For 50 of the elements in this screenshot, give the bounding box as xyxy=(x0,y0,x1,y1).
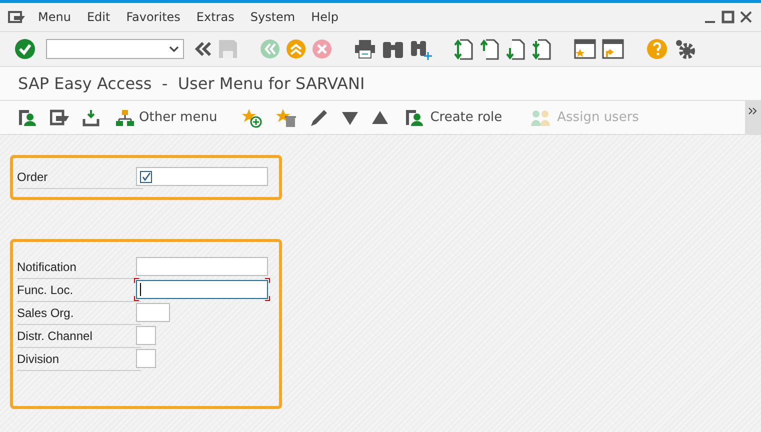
input-field[interactable] xyxy=(136,326,156,345)
star-add-icon[interactable] xyxy=(241,108,264,128)
close-icon[interactable] xyxy=(739,10,753,24)
star-delete-icon[interactable] xyxy=(275,108,298,128)
triangle-down-icon[interactable] xyxy=(341,110,360,126)
menu-icon[interactable] xyxy=(8,10,26,24)
back-icon[interactable] xyxy=(194,40,212,58)
field-label: Division xyxy=(17,352,60,366)
printer-icon[interactable] xyxy=(354,39,376,59)
field-label: Order xyxy=(17,170,49,184)
input-field[interactable] xyxy=(136,257,268,276)
menu-item[interactable]: System xyxy=(250,10,296,24)
field-label: Func. Loc. xyxy=(17,283,74,297)
other-menu-button[interactable]: Other menu xyxy=(116,108,218,126)
page-arrow-icon[interactable] xyxy=(532,38,552,60)
chevrons-icon xyxy=(748,107,758,115)
download-icon[interactable] xyxy=(82,108,100,126)
checkbox[interactable] xyxy=(140,170,152,182)
input-field[interactable] xyxy=(136,349,156,368)
field-label: Distr. Channel xyxy=(17,329,94,343)
input-field[interactable] xyxy=(136,280,268,299)
create-role-button[interactable]: Create role xyxy=(405,108,502,126)
users-icon xyxy=(530,108,552,126)
input-field[interactable] xyxy=(136,167,268,186)
user-menu-icon[interactable] xyxy=(18,108,38,126)
triangle-up-icon[interactable] xyxy=(371,110,390,126)
command-field[interactable] xyxy=(46,39,184,59)
binoculars-plus-icon[interactable] xyxy=(410,38,432,60)
person-icon xyxy=(405,108,426,126)
maximize-icon[interactable] xyxy=(721,10,735,24)
screen-title: SAP Easy Access - User Menu for SARVANI xyxy=(18,74,365,93)
hierarchy-icon xyxy=(116,108,134,126)
field-label: Sales Org. xyxy=(17,306,75,320)
sap-menu-icon[interactable] xyxy=(50,108,70,126)
menu-item[interactable]: Help xyxy=(311,10,338,24)
menu-item[interactable]: Menu xyxy=(38,10,71,24)
input-field[interactable] xyxy=(136,303,170,322)
settings-icon[interactable] xyxy=(674,38,696,60)
menu-item[interactable]: Favorites xyxy=(126,10,180,24)
check-icon[interactable] xyxy=(14,38,36,60)
menu-item[interactable]: Edit xyxy=(86,10,110,24)
binoculars-icon[interactable] xyxy=(382,39,404,59)
field-label: Notification xyxy=(17,260,78,274)
page-arrow-icon[interactable] xyxy=(454,38,474,60)
pencil-icon[interactable] xyxy=(309,108,330,128)
more-button[interactable] xyxy=(745,101,761,134)
dropdown-icon[interactable] xyxy=(169,45,179,53)
page-arrow-icon[interactable] xyxy=(480,38,500,60)
page-arrow-icon[interactable] xyxy=(506,38,526,60)
menu-item[interactable]: Extras xyxy=(196,10,234,24)
